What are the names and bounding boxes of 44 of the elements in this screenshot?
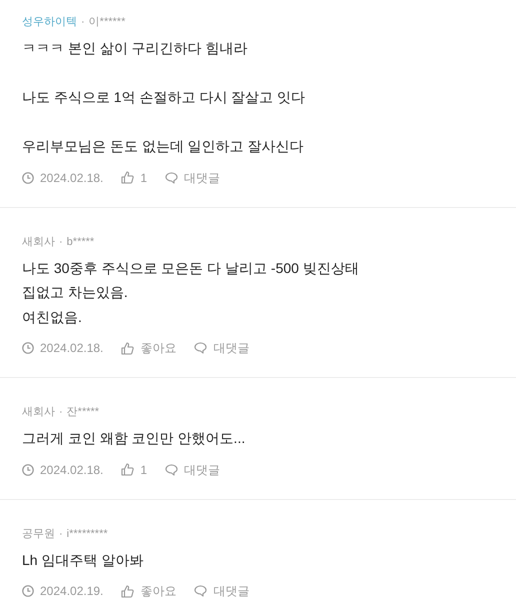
like-button[interactable]: 좋아요 [121, 340, 176, 356]
clock-icon [22, 464, 34, 476]
speech-bubble-icon [194, 342, 208, 354]
comment-text: ㅋㅋㅋ 본인 삶이 구리긴하다 힘내라 [22, 39, 248, 58]
speech-bubble-icon [165, 464, 178, 476]
comment-date: 2024.02.18. [40, 340, 104, 356]
company-name[interactable]: 성우하이텍 [22, 15, 77, 29]
like-button[interactable]: 좋아요 [121, 583, 176, 599]
separator-dot: · [59, 526, 63, 540]
company-name: 공무원 [22, 526, 55, 540]
author-name: i********* [66, 526, 108, 540]
comment-date: 2024.02.18. [40, 462, 104, 478]
clock-icon [22, 172, 34, 184]
comment-text: 집없고 차는있음. [22, 283, 128, 302]
reply-button[interactable]: 대댓글 [194, 583, 250, 599]
separator-dot: · [59, 234, 63, 248]
thumbs-up-icon [121, 171, 134, 184]
comment-text: 여친없음. [22, 308, 82, 326]
clock-icon [22, 342, 34, 354]
comment-date: 2024.02.19. [40, 583, 104, 599]
author-name: 이****** [88, 15, 126, 29]
reply-button[interactable]: 대댓글 [165, 170, 220, 186]
company-name: 새회사 [22, 234, 55, 248]
separator-dot: · [59, 405, 63, 419]
thumbs-up-icon [121, 463, 134, 476]
comment-text: Lh 임대주택 알아봐 [22, 550, 144, 570]
author-name: b***** [66, 234, 94, 248]
company-name: 새회사 [22, 405, 55, 419]
reply-button[interactable]: 대댓글 [194, 340, 250, 356]
speech-bubble-icon [165, 172, 178, 184]
like-button[interactable]: 1 [121, 462, 148, 478]
speech-bubble-icon [194, 585, 208, 597]
comment-text: 그러게 코인 왜함 코인만 안했어도... [22, 429, 246, 448]
like-button[interactable]: 1 [121, 170, 148, 186]
comment-text: 나도 30중후 주식으로 모은돈 다 날리고 -500 빚진상태 [22, 258, 359, 278]
reply-button[interactable]: 대댓글 [165, 462, 220, 478]
comment-text: 우리부모님은 돈도 없는데 일인하고 잘사신다 [22, 137, 304, 156]
thumbs-up-icon [121, 342, 134, 354]
comment-date: 2024.02.18. [40, 170, 104, 186]
comment-text: 나도 주식으로 1억 손절하고 다시 잘살고 잇다 [22, 88, 306, 107]
author-name: 잔***** [66, 405, 100, 419]
thumbs-up-icon [121, 584, 134, 598]
separator-dot: · [81, 15, 85, 29]
clock-icon [22, 585, 34, 597]
